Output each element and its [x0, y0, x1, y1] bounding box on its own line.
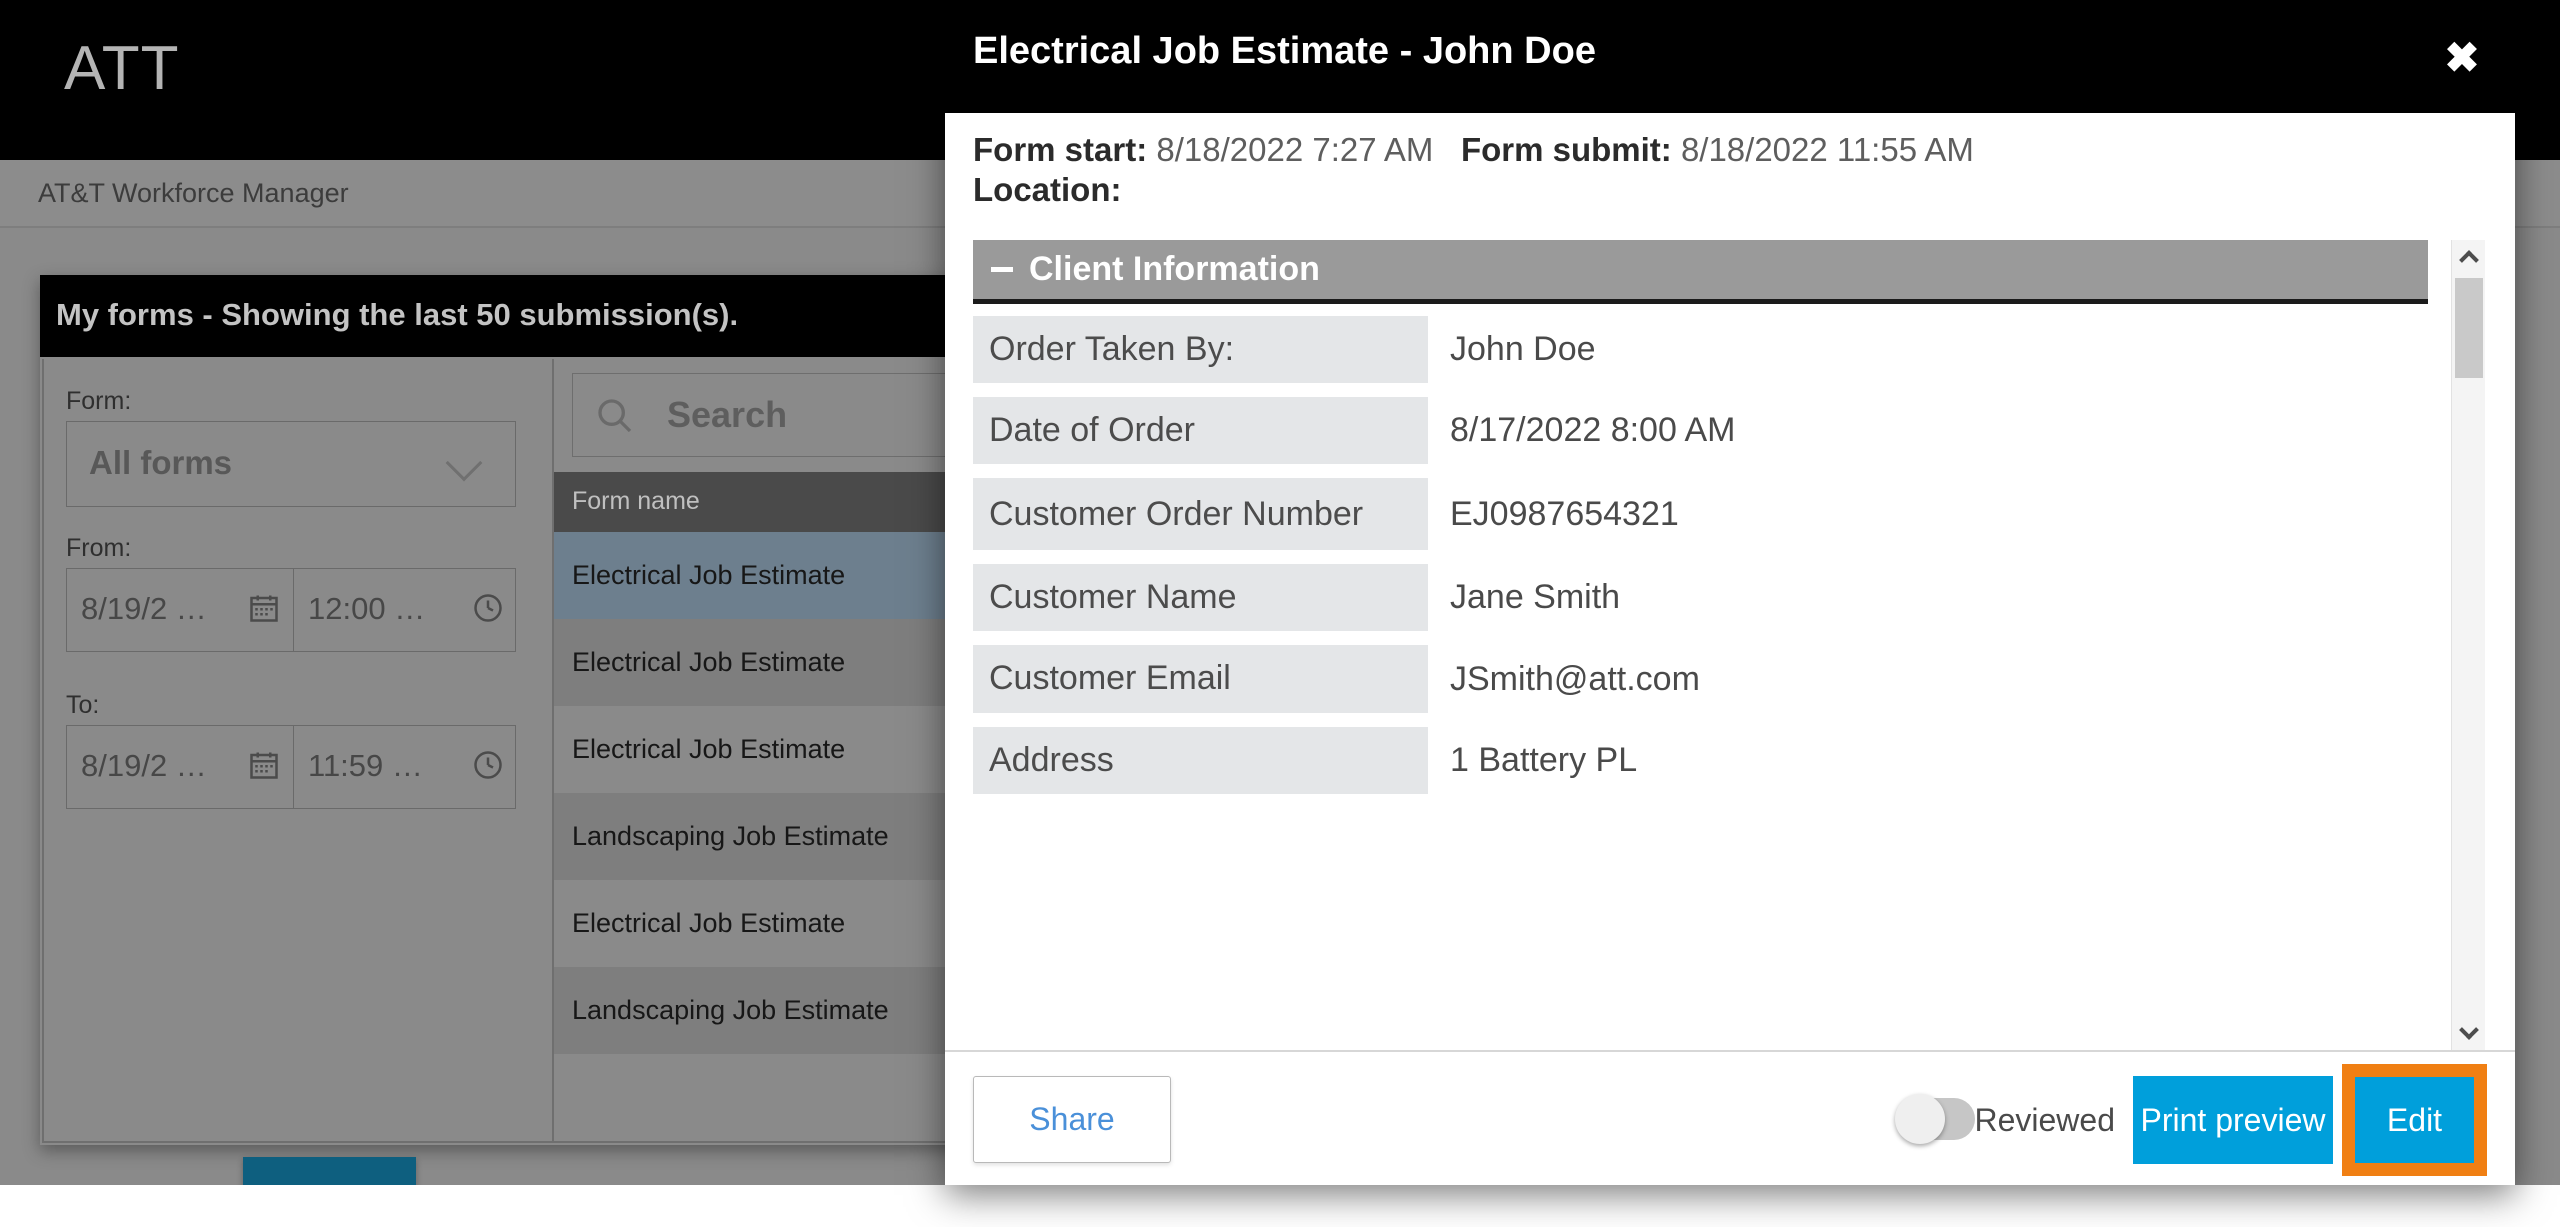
table-row: Customer Email JSmith@att.com [973, 645, 2428, 713]
table-row: Customer Order Number EJ0987654321 [973, 478, 2428, 551]
brand-logo: ATT [64, 34, 180, 103]
from-datetime-group: 8/19/2 … 12:00 … [66, 568, 516, 652]
to-date-value: 8/19/2 … [81, 748, 207, 783]
from-date-input[interactable]: 8/19/2 … [67, 569, 293, 651]
table-row: Customer Name Jane Smith [973, 564, 2428, 632]
meta-line-location: Location: [973, 170, 2473, 210]
chevron-up-icon[interactable] [2452, 240, 2485, 274]
table-row-value: 1 Battery PL [1428, 726, 2428, 794]
meta-line-form-times: Form start: 8/18/2022 7:27 AM Form submi… [973, 130, 2473, 170]
table-row-key: Order Taken By: [973, 316, 1428, 384]
page-bottom-strip [0, 1185, 2560, 1227]
clock-icon [474, 594, 502, 622]
modal-title: Electrical Job Estimate - John Doe [973, 30, 1596, 72]
table-row-value: 8/17/2022 8:00 AM [1428, 397, 2428, 465]
from-time-input[interactable]: 12:00 … [293, 569, 517, 651]
calendar-icon [250, 595, 278, 622]
form-select[interactable]: All forms [66, 421, 516, 507]
table-row-key: Customer Order Number [973, 478, 1428, 551]
clock-icon [474, 751, 502, 779]
to-datetime-group: 8/19/2 … 11:59 … [66, 725, 516, 809]
subnav-title: AT&T Workforce Manager [38, 178, 349, 208]
modal-header: Electrical Job Estimate - John Doe ✖ [945, 0, 2515, 113]
minus-icon [991, 267, 1013, 272]
section-header-client-information[interactable]: Client Information [973, 240, 2428, 304]
list-item-label: Landscaping Job Estimate [572, 995, 889, 1025]
search-icon [598, 399, 632, 433]
column-header-form-name: Form name [572, 487, 700, 515]
location-label: Location: [973, 171, 1122, 209]
table-row-key: Date of Order [973, 397, 1428, 465]
from-label: From: [66, 534, 132, 562]
my-forms-card-header: My forms - Showing the last 50 submissio… [40, 275, 1060, 357]
modal-scrollbar[interactable] [2451, 240, 2485, 1050]
edit-button-highlight: Edit [2342, 1064, 2487, 1176]
table-row: Order Taken By: John Doe [973, 316, 2428, 384]
close-icon[interactable]: ✖ [2435, 30, 2489, 84]
scrollbar-thumb[interactable] [2455, 278, 2483, 378]
table-row-value: EJ0987654321 [1428, 478, 2428, 551]
form-select-label: Form: [66, 387, 132, 415]
table-row-key: Address [973, 726, 1428, 794]
print-preview-button[interactable]: Print preview [2133, 1076, 2333, 1164]
client-information-table: Order Taken By: John Doe Date of Order 8/17… [973, 316, 2428, 808]
list-item-label: Electrical Job Estimate [572, 734, 846, 764]
form-start-value: 8/18/2022 7:27 AM [1156, 131, 1434, 168]
form-submit-label: Form submit: [1460, 131, 1672, 168]
table-row: Address 1 Battery PL [973, 726, 2428, 794]
section-title: Client Information [1029, 250, 1320, 288]
modal-footer: Share Reviewed Print preview Edit [945, 1050, 2515, 1185]
modal-meta: Form start: 8/18/2022 7:27 AM Form submi… [973, 130, 2473, 211]
table-row-key: Customer Name [973, 564, 1428, 632]
reviewed-label: Reviewed [1974, 1102, 2115, 1138]
page-title: My forms - Showing the last 50 submissio… [56, 297, 739, 332]
screen: ATT AT&T Workforce Manager My forms - Sh… [0, 0, 2560, 1227]
list-item-label: Electrical Job Estimate [572, 908, 846, 938]
to-time-value: 11:59 … [308, 748, 423, 783]
from-date-value: 8/19/2 … [81, 591, 207, 626]
calendar-icon [250, 752, 278, 779]
search-placeholder: Search [667, 394, 788, 435]
form-select-value: All forms [89, 444, 233, 481]
my-forms-card: My forms - Showing the last 50 submissio… [40, 275, 1060, 1227]
form-submit-value: 8/18/2022 11:55 AM [1680, 131, 1974, 168]
filter-panel: Form: All forms From: 8/19/2 … 12:00 … T… [42, 359, 554, 1143]
chevron-down-icon[interactable] [2452, 1016, 2485, 1050]
reviewed-toggle[interactable] [1895, 1094, 1975, 1144]
form-detail-modal: Electrical Job Estimate - John Doe ✖ For… [945, 0, 2515, 1185]
toggle-knob [1895, 1094, 1945, 1144]
from-time-value: 12:00 … [308, 591, 426, 626]
table-row-value: Jane Smith [1428, 564, 2428, 632]
edit-button[interactable]: Edit [2355, 1077, 2474, 1163]
list-item-label: Electrical Job Estimate [572, 647, 846, 677]
share-button[interactable]: Share [973, 1076, 1171, 1163]
to-label: To: [66, 691, 100, 719]
table-row-key: Customer Email [973, 645, 1428, 713]
modal-body: Client Information Order Taken By: John D… [973, 240, 2485, 1050]
table-row-value: John Doe [1428, 316, 2428, 384]
list-item-label: Electrical Job Estimate [572, 560, 846, 590]
table-row: Date of Order 8/17/2022 8:00 AM [973, 397, 2428, 465]
to-date-input[interactable]: 8/19/2 … [67, 726, 293, 808]
table-row-value: JSmith@att.com [1428, 645, 2428, 713]
form-start-label: Form start: [973, 131, 1148, 168]
chevron-down-icon [445, 444, 483, 482]
to-time-input[interactable]: 11:59 … [293, 726, 517, 808]
list-item-label: Landscaping Job Estimate [572, 821, 889, 851]
